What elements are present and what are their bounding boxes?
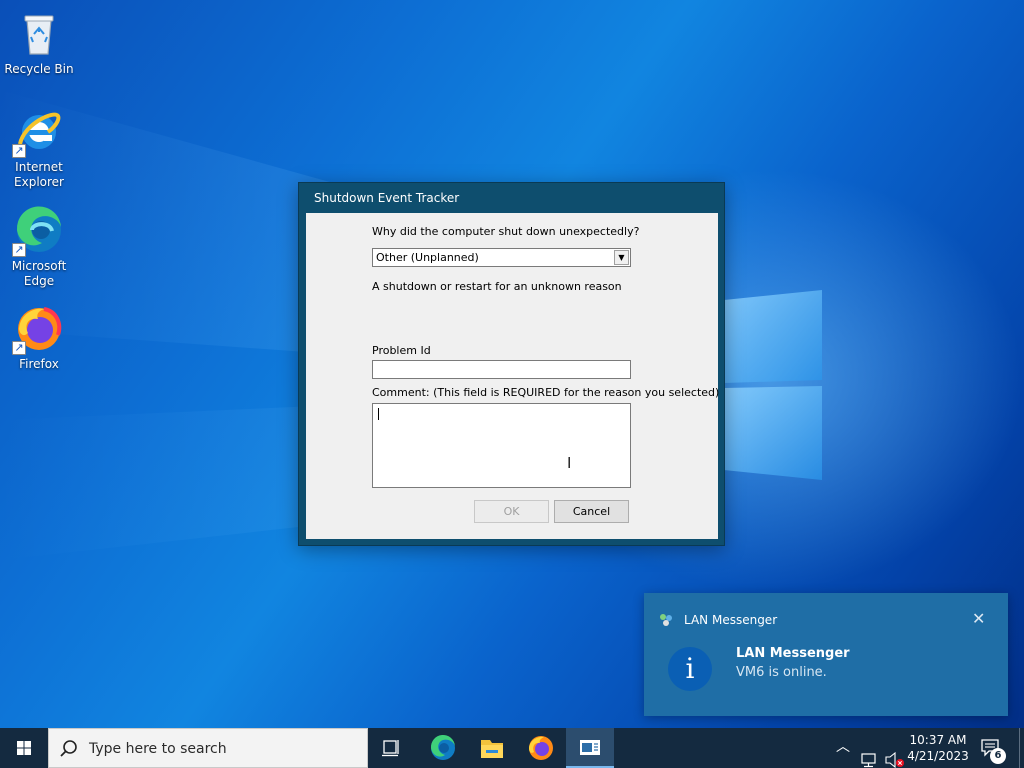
text-caret <box>378 408 379 420</box>
dropdown-arrow-icon[interactable]: ▼ <box>614 250 629 265</box>
clock-date: 4/21/2023 <box>907 749 969 763</box>
recycle-bin-icon <box>14 8 64 58</box>
desktop-icon-label: Recycle Bin <box>4 62 74 76</box>
taskbar-edge-button[interactable] <box>418 728 466 768</box>
reason-description: A shutdown or restart for an unknown rea… <box>372 280 622 293</box>
dialog-body: Why did the computer shut down unexpecte… <box>306 213 720 539</box>
edge-icon <box>430 734 455 760</box>
comment-label: Comment: (This field is REQUIRED for the… <box>372 386 720 399</box>
shutdown-event-tracker-dialog: Shutdown Event Tracker Why did the compu… <box>298 182 725 546</box>
internet-explorer-icon: ↗ <box>12 106 64 158</box>
volume-muted-icon[interactable] <box>885 740 905 768</box>
task-view-button[interactable] <box>368 728 416 768</box>
toast-title: LAN Messenger <box>736 646 850 661</box>
shutdown-reason-dropdown[interactable]: Other (Unplanned) ▼ <box>372 248 631 267</box>
search-placeholder: Type here to search <box>89 741 227 757</box>
taskbar-firefox-button[interactable] <box>517 728 565 768</box>
notification-toast[interactable]: LAN Messenger ✕ i LAN Messenger VM6 is o… <box>644 593 1008 716</box>
ok-button[interactable]: OK <box>474 500 549 523</box>
shutdown-question-label: Why did the computer shut down unexpecte… <box>372 225 640 238</box>
desktop[interactable]: Recycle Bin ↗ Internet Explorer ↗ Micros… <box>0 0 1024 728</box>
edge-icon: ↗ <box>12 205 64 257</box>
desktop-icon-firefox[interactable]: ↗ Firefox <box>2 303 76 372</box>
info-icon: i <box>668 647 712 691</box>
taskbar-active-window-button[interactable] <box>566 728 614 768</box>
network-icon[interactable] <box>861 740 879 768</box>
desktop-icon-label: Internet Explorer <box>14 160 64 189</box>
task-view-icon <box>382 740 399 757</box>
problem-id-input[interactable] <box>372 360 631 379</box>
firefox-icon: ↗ <box>12 303 64 355</box>
taskbar-file-explorer-button[interactable] <box>468 728 516 768</box>
shortcut-arrow-icon: ↗ <box>12 243 26 257</box>
search-icon <box>60 740 77 757</box>
comment-textarea[interactable]: I <box>372 403 631 488</box>
toast-app-name: LAN Messenger <box>684 613 778 627</box>
windows-start-icon <box>17 741 31 755</box>
system-clock[interactable]: 10:37 AM 4/21/2023 <box>907 732 969 764</box>
clock-time: 10:37 AM <box>909 733 967 747</box>
desktop-icon-label: Microsoft Edge <box>11 259 67 288</box>
taskbar-search-box[interactable]: Type here to search <box>48 728 368 768</box>
active-window-icon <box>580 740 600 755</box>
desktop-icon-microsoft-edge[interactable]: ↗ Microsoft Edge <box>2 205 76 289</box>
shortcut-arrow-icon: ↗ <box>12 341 26 355</box>
taskbar: Type here to search ︿ 10:37 AM 4/21/2023… <box>0 728 1024 768</box>
show-hidden-icons-chevron-icon[interactable]: ︿ <box>836 736 850 768</box>
start-button[interactable] <box>0 728 48 768</box>
toast-message: VM6 is online. <box>736 665 827 680</box>
desktop-icon-recycle-bin[interactable]: Recycle Bin <box>2 8 76 77</box>
notification-count-badge: 6 <box>990 748 1006 764</box>
show-desktop-button[interactable] <box>1019 728 1020 768</box>
file-explorer-icon <box>481 740 503 758</box>
shortcut-arrow-icon: ↗ <box>12 144 26 158</box>
cancel-button[interactable]: Cancel <box>554 500 629 523</box>
close-icon[interactable]: ✕ <box>972 609 985 628</box>
desktop-icon-internet-explorer[interactable]: ↗ Internet Explorer <box>2 106 76 190</box>
lan-messenger-app-icon <box>660 614 672 626</box>
shutdown-reason-value: Other (Unplanned) <box>376 251 479 264</box>
desktop-icon-label: Firefox <box>19 357 59 371</box>
ibeam-cursor-icon: I <box>567 454 572 472</box>
problem-id-label: Problem Id <box>372 344 431 357</box>
dialog-title: Shutdown Event Tracker <box>314 191 460 205</box>
firefox-icon <box>529 736 553 760</box>
